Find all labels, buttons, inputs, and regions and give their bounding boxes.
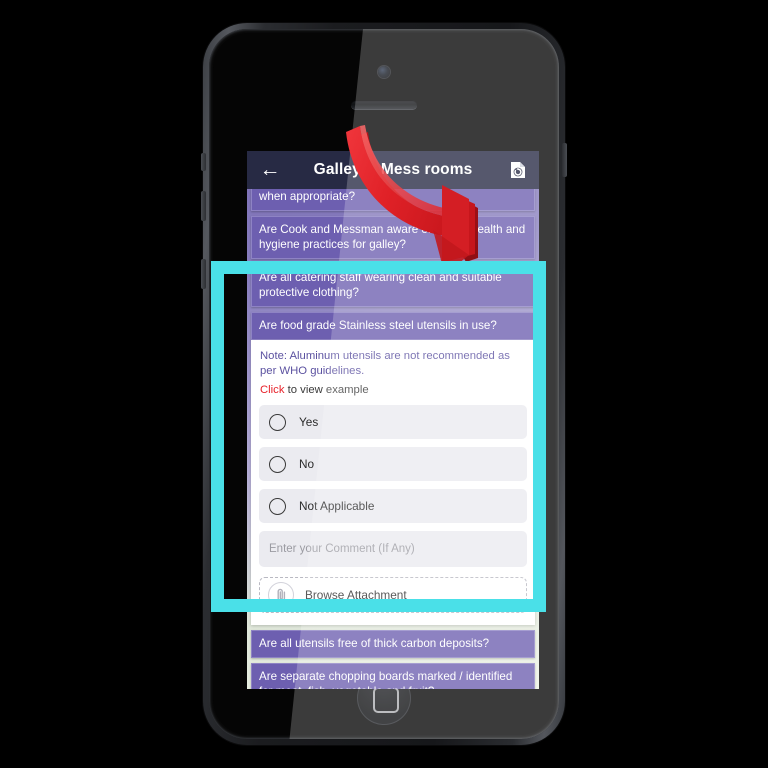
comment-input[interactable]: Enter your Comment (If Any) — [259, 531, 527, 567]
question-row-carbon-deposits[interactable]: Are all utensils free of thick carbon de… — [251, 630, 535, 658]
browse-attachment-button[interactable]: Browse Attachment — [259, 577, 527, 613]
answer-card: Note: Aluminum utensils are not recommen… — [251, 340, 535, 625]
phone-device-mockup: ← Galley & Mess rooms when appropriate? … — [201, 23, 567, 745]
volume-up-button[interactable] — [201, 191, 206, 221]
attachment-section: Browse Attachment — [251, 567, 535, 625]
radio-yes-icon[interactable] — [269, 413, 286, 431]
question-row-protective-clothing[interactable]: Are all catering staff wearing clean and… — [251, 264, 535, 307]
screenshot-canvas: ← Galley & Mess rooms when appropriate? … — [0, 0, 768, 768]
radio-no-icon[interactable] — [269, 455, 286, 473]
radio-not-applicable-icon[interactable] — [269, 497, 286, 515]
volume-down-button[interactable] — [201, 259, 206, 289]
checklist-container: when appropriate? Are Cook and Messman a… — [247, 189, 539, 689]
phone-bezel: ← Galley & Mess rooms when appropriate? … — [209, 29, 559, 739]
comment-placeholder: Enter your Comment (If Any) — [269, 543, 415, 555]
browse-attachment-label: Browse Attachment — [305, 588, 407, 602]
question-row-partial-top[interactable]: when appropriate? — [251, 189, 535, 211]
power-button[interactable] — [562, 143, 567, 177]
option-yes-label: Yes — [299, 415, 319, 429]
option-yes[interactable]: Yes — [259, 405, 527, 439]
home-square-icon — [373, 687, 399, 713]
question-row-stainless-utensils[interactable]: Are food grade Stainless steel utensils … — [251, 312, 535, 340]
silent-switch[interactable] — [201, 153, 206, 171]
paperclip-icon — [268, 582, 294, 608]
question-row-chopping-boards[interactable]: Are separate chopping boards marked / id… — [251, 663, 535, 689]
earpiece-speaker — [351, 100, 417, 109]
option-no-label: No — [299, 457, 315, 471]
document-revert-icon[interactable] — [507, 159, 529, 181]
option-not-applicable-label: Not Applicable — [299, 499, 375, 513]
option-not-applicable[interactable]: Not Applicable — [259, 489, 527, 523]
front-camera-icon — [378, 66, 390, 78]
page-title: Galley & Mess rooms — [313, 161, 473, 178]
question-note: Note: Aluminum utensils are not recommen… — [260, 350, 510, 377]
view-example-line: Click to view example — [251, 380, 535, 405]
phone-screen: ← Galley & Mess rooms when appropriate? … — [247, 151, 539, 689]
question-row-health-hygiene[interactable]: Are Cook and Messman aware of proper hea… — [251, 216, 535, 259]
answer-options-group: Yes No Not Applicable Enter your Comment… — [251, 405, 535, 567]
click-link-suffix: to view example — [284, 384, 369, 396]
expanded-question-block: Are food grade Stainless steel utensils … — [251, 312, 535, 625]
click-link[interactable]: Click — [260, 384, 284, 396]
app-header-bar: ← Galley & Mess rooms — [247, 151, 539, 189]
option-no[interactable]: No — [259, 447, 527, 481]
phone-face: ← Galley & Mess rooms when appropriate? … — [213, 33, 555, 735]
